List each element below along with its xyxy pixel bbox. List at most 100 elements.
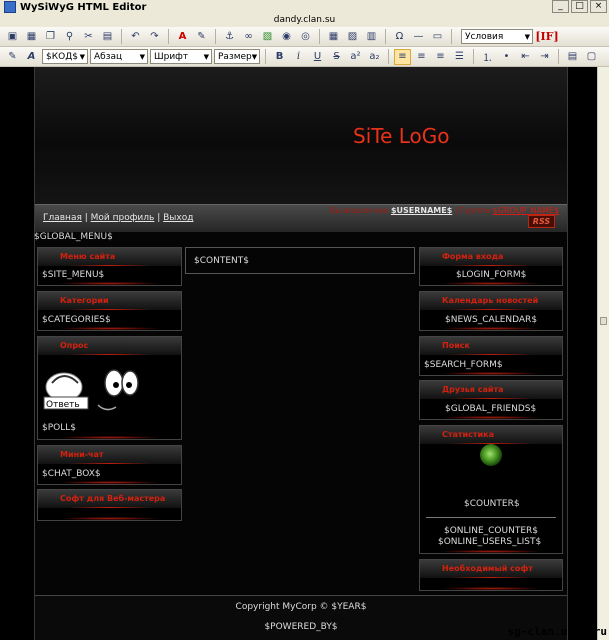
chevron-down-icon: ▼	[203, 52, 209, 61]
nav-logout-link[interactable]: Выход	[163, 213, 193, 223]
flash-icon[interactable]: ◉	[278, 29, 295, 45]
image-icon[interactable]: ▧	[259, 29, 276, 45]
block-glow	[58, 481, 161, 484]
paragraph-select-value: Абзац	[94, 51, 123, 62]
align-left-icon[interactable]: ≡	[394, 48, 411, 65]
block-title: Меню сайта	[60, 252, 116, 261]
size-select[interactable]: Размер ▼	[214, 49, 260, 64]
toolbar-separator	[319, 29, 320, 44]
form-icon[interactable]: ▨	[344, 29, 361, 45]
block-header: Категории	[38, 292, 181, 310]
editor-canvas[interactable]: SiTe LoGo Вы вошли как $USERNAME$ | Груп…	[0, 67, 600, 640]
block-glow	[58, 517, 161, 520]
block-title: Софт для Веб-мастера	[60, 494, 166, 503]
block-title: Категории	[60, 296, 109, 305]
ordered-list-icon[interactable]: ⒈	[479, 49, 496, 65]
document-name: dandy.clan.su	[0, 14, 609, 27]
strike-button[interactable]: S	[328, 49, 345, 65]
font-color-icon[interactable]: A	[174, 29, 191, 45]
redo-icon[interactable]: ↷	[146, 29, 163, 45]
main-toolbar: ▣ ▦ ❐ ⚲ ✂ ▤ ↶ ↷ A ✎ ⚓ ∞ ▧ ◉ ◎ ▦ ▨ ▥ Ω — …	[0, 27, 609, 47]
block-glow	[440, 372, 542, 375]
cut-icon[interactable]: ✂	[80, 29, 97, 45]
welcome-text: Вы вошли как $USERNAME$ | Группа $GROUP_…	[330, 206, 559, 215]
align-right-icon[interactable]: ≡	[432, 49, 449, 65]
block-glow	[440, 550, 542, 553]
block-value: $COUNTER$	[464, 499, 520, 509]
subscript-button[interactable]: a₂	[366, 49, 383, 65]
toolbar-separator	[451, 29, 452, 44]
block-value: $GLOBAL_FRIENDS$	[445, 404, 537, 414]
close-button[interactable]: ×	[590, 0, 607, 13]
block-header: Друзья сайта	[420, 381, 562, 399]
font-select[interactable]: Шрифт ▼	[150, 49, 212, 64]
block-title: Необходимый софт	[442, 564, 533, 573]
align-center-icon[interactable]: ≡	[413, 49, 430, 65]
site-logo: SiTe LoGo	[353, 124, 450, 148]
block-title: Опрос	[60, 341, 89, 350]
underline-button[interactable]: U	[309, 49, 326, 65]
chevron-down-icon: ▼	[524, 32, 530, 41]
save-icon[interactable]: ▣	[4, 29, 21, 45]
anchor-icon[interactable]: ⚓	[221, 29, 238, 45]
outdent-icon[interactable]: ⇤	[517, 49, 534, 65]
if-condition-button[interactable]: [IF]	[535, 29, 559, 45]
undo-icon[interactable]: ↶	[127, 29, 144, 45]
style-icon[interactable]: A	[23, 49, 40, 65]
hr-icon[interactable]: —	[410, 29, 427, 45]
block-glow	[58, 282, 161, 285]
copyright-text: Copyright MyCorp © $YEAR$	[235, 602, 367, 612]
block-header: Необходимый софт	[420, 560, 562, 578]
vertical-scrollbar[interactable]	[597, 67, 609, 640]
nav-profile-link[interactable]: Мой профиль	[91, 213, 155, 223]
find-icon[interactable]: ⚲	[61, 29, 78, 45]
conditions-select[interactable]: Условия ▼	[461, 29, 533, 44]
indent-icon[interactable]: ⇥	[536, 49, 553, 65]
scrollbar-grip[interactable]	[600, 317, 607, 325]
right-block-calendar: Календарь новостей $NEWS_CALENDAR$	[419, 291, 563, 331]
link-icon[interactable]: ∞	[240, 29, 257, 45]
copy-icon[interactable]: ❐	[42, 29, 59, 45]
special-char-icon[interactable]: Ω	[391, 29, 408, 45]
block-title: Мини-чат	[60, 450, 104, 459]
textarea-icon[interactable]: ▭	[429, 29, 446, 45]
edit-icon[interactable]: ✎	[4, 49, 21, 65]
media-icon[interactable]: ◎	[297, 29, 314, 45]
bold-button[interactable]: B	[271, 49, 288, 65]
window-titlebar: WySiWyG HTML Editor _ □ ×	[0, 0, 609, 14]
maximize-button[interactable]: □	[571, 0, 588, 13]
block-glow	[440, 587, 542, 590]
paragraph-select[interactable]: Абзац ▼	[90, 49, 148, 64]
align-justify-icon[interactable]: ☰	[451, 49, 468, 65]
left-block-chat: Мини-чат $CHAT_BOX$	[37, 445, 182, 485]
block-value: $LOGIN_FORM$	[456, 270, 527, 280]
paste-icon[interactable]: ▤	[99, 29, 116, 45]
table-icon[interactable]: ▦	[325, 29, 342, 45]
chevron-down-icon: ▼	[139, 52, 145, 61]
insert-icon[interactable]: ▥	[363, 29, 380, 45]
superscript-button[interactable]: a²	[347, 49, 364, 65]
group-name-link[interactable]: $GROUP_NAME$	[493, 206, 559, 215]
user-bar: Вы вошли как $USERNAME$ | Группа $GROUP_…	[35, 204, 567, 232]
highlight-icon[interactable]: ✎	[193, 29, 210, 45]
source-code-icon[interactable]: ▤	[564, 49, 581, 65]
left-block-poll: Опрос Ответь $POLL$	[37, 336, 182, 440]
nav-home-link[interactable]: Главная	[43, 213, 82, 223]
code-select[interactable]: $КОД$ ▼	[42, 49, 88, 64]
counter-led-icon	[480, 444, 502, 466]
bullet-list-icon[interactable]: •	[498, 49, 515, 65]
minimize-button[interactable]: _	[552, 0, 569, 13]
online-users-list: $ONLINE_USERS_LIST$	[438, 537, 542, 547]
block-value: $SEARCH_FORM$	[424, 360, 503, 370]
group-prefix: | Группа	[454, 206, 491, 215]
site-footer: Copyright MyCorp © $YEAR$ $POWERED_BY$	[35, 595, 567, 640]
preview-icon[interactable]: ▢	[583, 49, 600, 65]
save-as-icon[interactable]: ▦	[23, 29, 40, 45]
block-title: Календарь новостей	[442, 296, 539, 305]
block-header: Меню сайта	[38, 248, 181, 266]
username-link[interactable]: $USERNAME$	[391, 206, 452, 215]
italic-button[interactable]: i	[290, 49, 307, 65]
block-value: $POLL$	[42, 423, 76, 433]
rss-icon[interactable]: RSS	[528, 215, 555, 228]
content-placeholder: $CONTENT$	[194, 256, 249, 266]
